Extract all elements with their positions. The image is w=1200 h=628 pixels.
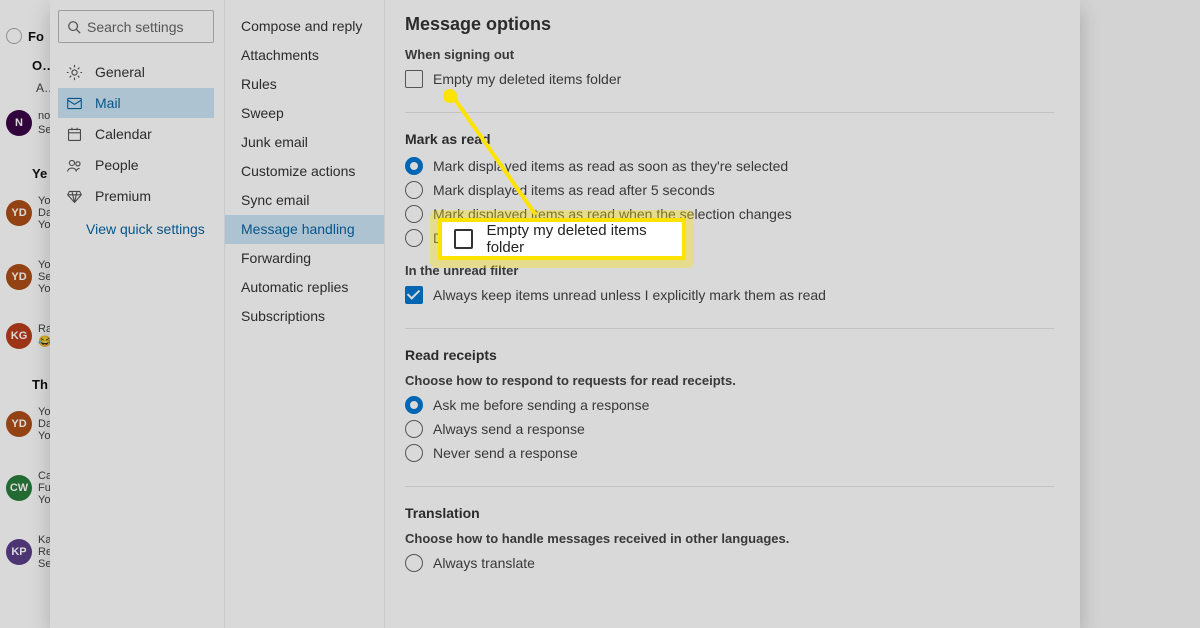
section-title: Message options <box>405 14 1054 35</box>
radio-icon <box>405 157 423 175</box>
radio-label: Never send a response <box>433 445 578 461</box>
settings-dialog: Search settings General Mail Calendar Pe… <box>50 0 1080 628</box>
bg-item[interactable]: YD YoSeYo <box>0 253 50 303</box>
radio-icon <box>405 205 423 223</box>
read-receipts-desc: Choose how to respond to requests for re… <box>405 373 1054 388</box>
when-signing-out-label: When signing out <box>405 47 1054 62</box>
subnav-sweep[interactable]: Sweep <box>225 99 384 128</box>
checkbox-label: Empty my deleted items folder <box>433 71 621 87</box>
checkbox-label: Always keep items unread unless I explic… <box>433 287 826 303</box>
annotation-checkbox-icon <box>454 229 473 249</box>
radio-label: Always translate <box>433 555 535 571</box>
radio-icon <box>405 229 423 247</box>
subnav-rules[interactable]: Rules <box>225 70 384 99</box>
section-translation: Translation Choose how to handle message… <box>405 505 1054 596</box>
bg-avatar: KP <box>6 539 32 565</box>
gear-icon <box>66 64 83 81</box>
bg-avatar: YD <box>6 411 32 437</box>
search-placeholder: Search settings <box>87 19 184 35</box>
section-title: Mark as read <box>405 131 1054 147</box>
nav-calendar[interactable]: Calendar <box>58 119 214 149</box>
nav-label: People <box>95 157 139 173</box>
subnav-compose-and-reply[interactable]: Compose and reply <box>225 12 384 41</box>
section-title: Read receipts <box>405 347 1054 363</box>
receipts-radio-always[interactable]: Always send a response <box>405 420 1054 438</box>
radio-label: Mark displayed items as read as soon as … <box>433 158 788 174</box>
receipts-radio-ask[interactable]: Ask me before sending a response <box>405 396 1054 414</box>
annotation-callout: Empty my deleted items folder <box>438 218 686 260</box>
bg-avatar: KG <box>6 323 32 349</box>
diamond-icon <box>66 188 83 205</box>
nav-general[interactable]: General <box>58 57 214 87</box>
always-keep-unread-checkbox[interactable]: Always keep items unread unless I explic… <box>405 286 1054 304</box>
bg-avatar: CW <box>6 475 32 501</box>
subnav-subscriptions[interactable]: Subscriptions <box>225 302 384 331</box>
radio-icon <box>405 181 423 199</box>
bg-avatar: YD <box>6 264 32 290</box>
calendar-icon <box>66 126 83 143</box>
bg-item[interactable]: KG Ra😂 <box>0 317 50 357</box>
section-read-receipts: Read receipts Choose how to respond to r… <box>405 347 1054 487</box>
radio-icon <box>405 396 423 414</box>
bg-item[interactable]: CW CaFuYo <box>0 464 50 514</box>
subnav-forwarding[interactable]: Forwarding <box>225 244 384 273</box>
settings-content[interactable]: Message options When signing out Empty m… <box>385 0 1080 628</box>
nav-people[interactable]: People <box>58 150 214 180</box>
radio-label: Mark displayed items as read after 5 sec… <box>433 182 715 198</box>
bg-item[interactable]: KP KaReSe <box>0 528 50 578</box>
settings-nav-primary: Search settings General Mail Calendar Pe… <box>50 0 225 628</box>
checkbox-icon <box>405 286 423 304</box>
subnav-junk-email[interactable]: Junk email <box>225 128 384 157</box>
bg-item[interactable]: YD YoDaYo <box>0 189 50 239</box>
annotation-text: Empty my deleted items folder <box>487 222 670 256</box>
subnav-attachments[interactable]: Attachments <box>225 41 384 70</box>
bg-filter-row: Fo <box>0 22 50 52</box>
section-title: Translation <box>405 505 1054 521</box>
radio-icon <box>405 420 423 438</box>
nav-premium[interactable]: Premium <box>58 181 214 211</box>
bg-header-other: O… <box>0 52 50 81</box>
nav-label: Premium <box>95 188 151 204</box>
bg-hdr-thursday: Th <box>0 371 50 400</box>
nav-label: Calendar <box>95 126 152 142</box>
subnav-sync-email[interactable]: Sync email <box>225 186 384 215</box>
bg-avatar: N <box>6 110 32 136</box>
translation-desc: Choose how to handle messages received i… <box>405 531 1054 546</box>
subnav-automatic-replies[interactable]: Automatic replies <box>225 273 384 302</box>
translate-radio-always[interactable]: Always translate <box>405 554 1054 572</box>
nav-label: Mail <box>95 95 121 111</box>
nav-label: General <box>95 64 145 80</box>
select-all-circle[interactable] <box>6 28 22 44</box>
checkbox-icon <box>405 70 423 88</box>
radio-icon <box>405 554 423 572</box>
radio-icon <box>405 444 423 462</box>
radio-label: Always send a response <box>433 421 585 437</box>
radio-label: Ask me before sending a response <box>433 397 649 413</box>
mark-read-radio-5s[interactable]: Mark displayed items as read after 5 sec… <box>405 181 1054 199</box>
settings-nav-secondary: Compose and reply Attachments Rules Swee… <box>225 0 385 628</box>
subnav-message-handling[interactable]: Message handling <box>225 215 384 244</box>
subnav-customize-actions[interactable]: Customize actions <box>225 157 384 186</box>
nav-mail[interactable]: Mail <box>58 88 214 118</box>
search-settings-input[interactable]: Search settings <box>58 10 214 43</box>
section-message-options: Message options When signing out Empty m… <box>405 14 1054 113</box>
background-mail-list: Fo O… A… N noSe Ye YD YoDaYo YD YoSeYo K… <box>0 0 50 628</box>
bg-hdr-yesterday: Ye <box>0 160 50 189</box>
unread-filter-label: In the unread filter <box>405 263 1054 278</box>
bg-filter-label: Fo <box>28 29 44 44</box>
bg-item-unread[interactable]: N noSe <box>0 103 50 146</box>
view-quick-settings-link[interactable]: View quick settings <box>58 211 214 237</box>
receipts-radio-never[interactable]: Never send a response <box>405 444 1054 462</box>
bg-avatar: YD <box>6 200 32 226</box>
people-icon <box>66 157 83 174</box>
bg-item[interactable]: YD YoDaYo <box>0 400 50 450</box>
search-icon <box>67 20 81 34</box>
empty-deleted-checkbox[interactable]: Empty my deleted items folder <box>405 70 1054 88</box>
mail-icon <box>66 95 83 112</box>
